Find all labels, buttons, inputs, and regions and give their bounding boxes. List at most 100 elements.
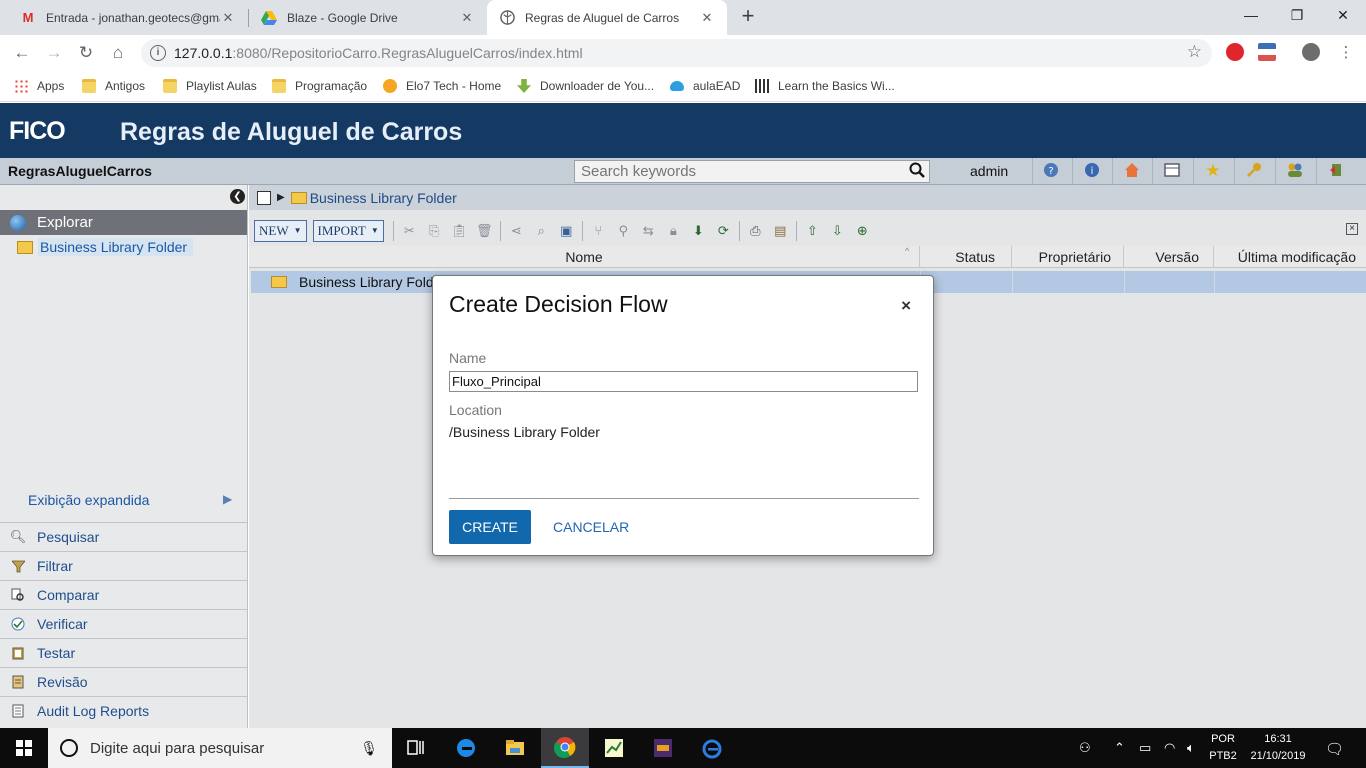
deploy-icon[interactable]: ⇧: [803, 221, 822, 240]
home-icon[interactable]: [1123, 162, 1141, 180]
sort-arrow-icon[interactable]: ^: [905, 246, 909, 256]
share-icon[interactable]: ⋖: [507, 221, 526, 240]
info-icon[interactable]: i: [1083, 162, 1101, 180]
browser-tab-gmail[interactable]: M Entrada - jonathan.geotecs@gmail.com ✕: [8, 0, 248, 35]
people-icon[interactable]: ⚇: [1079, 740, 1091, 756]
column-nome[interactable]: Nome: [249, 246, 920, 268]
paste-icon[interactable]: 📋︎: [450, 221, 469, 240]
close-window-button[interactable]: ✕: [1320, 0, 1366, 30]
bookmark-programacao[interactable]: Programação: [272, 76, 367, 96]
collapse-panel-icon[interactable]: ❮: [230, 189, 245, 204]
nav-item-revisao[interactable]: Revisão: [0, 667, 247, 696]
taskbar-search[interactable]: Digite aqui para pesquisar 🎙︎: [48, 728, 392, 768]
keyboard-layout[interactable]: PTB2: [1208, 750, 1238, 762]
nav-item-filtrar[interactable]: Filtrar: [0, 551, 247, 580]
bookmark-apps[interactable]: Apps: [14, 76, 64, 96]
minimize-window-button[interactable]: —: [1228, 0, 1274, 30]
taskbar-game-app[interactable]: [639, 728, 687, 768]
column-proprietario[interactable]: Proprietário: [1012, 246, 1124, 268]
new-tab-button[interactable]: +: [736, 4, 760, 30]
cancel-button[interactable]: CANCELAR: [547, 510, 635, 544]
clock-date[interactable]: 21/10/2019: [1244, 750, 1312, 762]
taskbar-project-app[interactable]: [590, 728, 638, 768]
expand-arrow-icon[interactable]: ▶: [223, 492, 232, 506]
close-dialog-icon[interactable]: ×: [901, 296, 911, 316]
browser-tab-active[interactable]: Regras de Aluguel de Carros ✕: [487, 0, 727, 35]
help-icon[interactable]: ?: [1042, 162, 1060, 180]
link-icon[interactable]: ⚲: [614, 221, 633, 240]
nav-item-verificar[interactable]: Verificar: [0, 609, 247, 638]
close-panel-icon[interactable]: ×: [1346, 223, 1358, 235]
calendar-icon[interactable]: [1163, 162, 1181, 180]
search-icon[interactable]: [909, 162, 925, 183]
close-tab-icon[interactable]: ✕: [459, 10, 475, 26]
home-button[interactable]: ⌂: [106, 41, 130, 65]
wifi-icon[interactable]: ◠: [1164, 740, 1175, 756]
find-icon[interactable]: ⌕: [532, 221, 551, 240]
language-indicator[interactable]: POR: [1208, 733, 1238, 745]
notifications-icon[interactable]: 🗨︎: [1325, 740, 1344, 758]
back-button[interactable]: ←: [10, 41, 34, 65]
start-button[interactable]: [0, 728, 48, 768]
search-input[interactable]: [575, 161, 895, 182]
document-icon[interactable]: ▤: [771, 221, 790, 240]
taskbar-chrome[interactable]: [541, 728, 589, 768]
generate-icon[interactable]: ⊕: [853, 221, 872, 240]
import-button[interactable]: IMPORT ▼: [312, 219, 384, 242]
column-ultima-modificacao[interactable]: Última modificação: [1214, 246, 1366, 268]
copy-icon[interactable]: ⎘: [425, 221, 444, 240]
key-icon[interactable]: [1245, 162, 1263, 180]
breadcrumb-folder[interactable]: Business Library Folder: [310, 190, 457, 206]
taskbar-file-explorer[interactable]: [491, 728, 539, 768]
task-view-button[interactable]: [392, 728, 440, 768]
name-input[interactable]: [449, 371, 918, 392]
profile-avatar[interactable]: [1302, 43, 1320, 61]
microphone-icon[interactable]: 🎙︎: [360, 740, 378, 757]
properties-icon[interactable]: ▣: [557, 221, 576, 240]
reload-button[interactable]: ↻: [74, 41, 98, 65]
forward-button[interactable]: →: [42, 41, 66, 65]
lock-icon[interactable]: 🔒︎: [664, 221, 683, 240]
tree-item-business-library[interactable]: Business Library Folder: [5, 237, 194, 257]
nav-item-audit-log[interactable]: Audit Log Reports: [0, 696, 247, 725]
logout-icon[interactable]: [1328, 162, 1346, 180]
bookmark-playlist-aulas[interactable]: Playlist Aulas: [163, 76, 257, 96]
refresh-icon[interactable]: ⟳: [714, 221, 733, 240]
taskbar-edge[interactable]: [442, 728, 490, 768]
browser-tab-drive[interactable]: Blaze - Google Drive ✕: [249, 0, 487, 35]
repository-icon[interactable]: [257, 190, 271, 205]
nav-item-comparar[interactable]: Comparar: [0, 580, 247, 609]
export-icon[interactable]: ⇩: [828, 221, 847, 240]
print-icon[interactable]: ⎙: [746, 221, 765, 240]
users-icon[interactable]: [1286, 162, 1304, 180]
close-tab-icon[interactable]: ✕: [220, 10, 236, 26]
site-info-icon[interactable]: i: [150, 45, 166, 61]
bookmark-elo7[interactable]: Elo7 Tech - Home: [383, 76, 501, 96]
restore-window-button[interactable]: ❐: [1274, 0, 1320, 30]
bookmark-learn-basics[interactable]: Learn the Basics Wi...: [755, 76, 895, 96]
expanded-view-link[interactable]: Exibição expandida: [28, 492, 149, 508]
clock-time[interactable]: 16:31: [1244, 733, 1312, 745]
browser-menu-icon[interactable]: ⋮: [1334, 41, 1358, 65]
nav-item-testar[interactable]: Testar: [0, 638, 247, 667]
create-button[interactable]: CREATE: [449, 510, 531, 544]
battery-icon[interactable]: ▭: [1139, 740, 1151, 756]
cut-icon[interactable]: ✂: [400, 221, 419, 240]
bookmark-star-icon[interactable]: ☆: [1187, 42, 1202, 62]
branch-icon[interactable]: ⑂: [589, 221, 608, 240]
move-icon[interactable]: ⇆: [639, 221, 658, 240]
opera-extension-icon[interactable]: [1226, 43, 1244, 61]
checkin-icon[interactable]: ⬇: [689, 221, 708, 240]
address-bar[interactable]: i 127.0.0.1:8080/RepositorioCarro.Regras…: [141, 39, 1212, 67]
show-hidden-icons[interactable]: ⌃: [1114, 740, 1125, 756]
bookmark-downloader[interactable]: Downloader de You...: [517, 76, 654, 96]
volume-icon[interactable]: 🔈︎: [1187, 740, 1195, 756]
new-button[interactable]: NEW ▼: [254, 219, 307, 242]
column-versao[interactable]: Versão: [1124, 246, 1214, 268]
taskbar-internet-explorer[interactable]: [688, 728, 736, 768]
explorer-header[interactable]: Explorar: [0, 210, 247, 235]
delete-icon[interactable]: 🗑︎: [475, 221, 494, 240]
bookmark-antigos[interactable]: Antigos: [82, 76, 145, 96]
favorites-star-icon[interactable]: ★: [1204, 162, 1222, 180]
bookmark-aulaead[interactable]: aulaEAD: [670, 76, 740, 96]
